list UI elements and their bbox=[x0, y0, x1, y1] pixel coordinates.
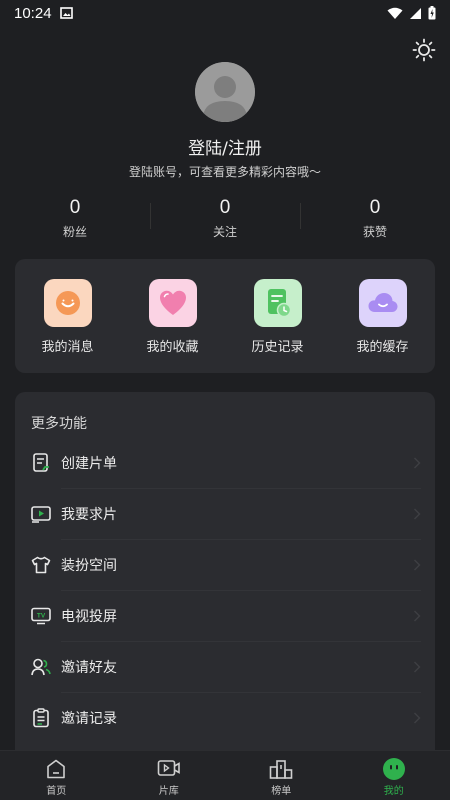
menu-item-invite-records[interactable]: 邀请记录 bbox=[15, 692, 435, 743]
menu-item-invite-friends[interactable]: 邀请好友 bbox=[15, 641, 435, 692]
avatar[interactable] bbox=[195, 62, 255, 122]
create-list-icon bbox=[31, 452, 51, 473]
quick-action-cache[interactable]: 我的缓存 bbox=[330, 259, 435, 373]
tab-label: 榜单 bbox=[271, 785, 292, 797]
profile-face-icon bbox=[382, 757, 406, 781]
tab-ranking[interactable]: 榜单 bbox=[225, 751, 338, 800]
heart-icon bbox=[148, 279, 197, 327]
wifi-icon bbox=[387, 7, 403, 19]
smile-face-icon bbox=[43, 279, 92, 327]
menu-item-label: 邀请记录 bbox=[61, 710, 117, 727]
stats-row: 0 粉丝 0 关注 0 获赞 bbox=[0, 197, 450, 243]
tab-label: 首页 bbox=[46, 785, 67, 797]
status-bar: 10:24 bbox=[0, 0, 450, 26]
tab-label: 我的 bbox=[383, 785, 404, 797]
menu-item-create-list[interactable]: 创建片单 bbox=[15, 437, 435, 488]
menu-item-dress-space[interactable]: 装扮空间 bbox=[15, 539, 435, 590]
tab-label: 片库 bbox=[158, 785, 179, 797]
menu-list: 创建片单 我要求片 装扮空间 TV 电视投屏 邀请好友 邀请记录 bbox=[15, 437, 435, 743]
chevron-right-icon bbox=[414, 457, 421, 468]
chevron-right-icon bbox=[414, 661, 421, 672]
menu-item-label: 电视投屏 bbox=[61, 608, 117, 625]
quick-actions-card: 我的消息 我的收藏 历史记录 我的缓存 bbox=[15, 259, 435, 373]
menu-item-label: 我要求片 bbox=[61, 506, 117, 523]
more-functions-title: 更多功能 bbox=[31, 416, 87, 432]
history-doc-icon bbox=[253, 279, 302, 327]
quick-action-label: 我的消息 bbox=[41, 340, 94, 355]
stat-likes[interactable]: 0 获赞 bbox=[300, 197, 450, 243]
request-video-icon bbox=[31, 504, 51, 524]
default-avatar-icon bbox=[195, 62, 255, 122]
brightness-settings-icon[interactable] bbox=[412, 38, 436, 62]
battery-icon bbox=[428, 6, 436, 20]
quick-action-history[interactable]: 历史记录 bbox=[225, 259, 330, 373]
ranking-icon bbox=[269, 757, 293, 781]
menu-item-label: 创建片单 bbox=[61, 455, 117, 472]
image-notification-icon bbox=[59, 7, 73, 19]
stat-label: 粉丝 bbox=[62, 225, 87, 239]
stat-value: 0 bbox=[69, 197, 81, 218]
signal-icon bbox=[410, 7, 421, 19]
stat-fans[interactable]: 0 粉丝 bbox=[0, 197, 150, 243]
stat-label: 关注 bbox=[212, 225, 237, 239]
quick-action-favorites[interactable]: 我的收藏 bbox=[120, 259, 225, 373]
status-time: 10:24 bbox=[14, 4, 52, 22]
stat-label: 获赞 bbox=[362, 225, 387, 239]
invite-friend-icon bbox=[31, 657, 51, 677]
tv-cast-icon: TV bbox=[31, 606, 51, 626]
more-functions-card: 更多功能 创建片单 我要求片 装扮空间 TV 电视投屏 邀请好友 邀请记录 bbox=[15, 392, 435, 762]
menu-item-tv-cast[interactable]: TV 电视投屏 bbox=[15, 590, 435, 641]
quick-action-messages[interactable]: 我的消息 bbox=[15, 259, 120, 373]
tab-home[interactable]: 首页 bbox=[0, 751, 113, 800]
bottom-tab-bar: 首页 片库 榜单 我的 bbox=[0, 750, 450, 800]
tshirt-icon bbox=[31, 555, 51, 575]
chevron-right-icon bbox=[414, 712, 421, 723]
stat-value: 0 bbox=[369, 197, 381, 218]
tab-mine[interactable]: 我的 bbox=[338, 751, 450, 800]
menu-item-label: 装扮空间 bbox=[61, 557, 117, 574]
tab-library[interactable]: 片库 bbox=[113, 751, 226, 800]
invite-record-icon bbox=[31, 707, 51, 728]
stat-value: 0 bbox=[219, 197, 231, 218]
home-icon bbox=[44, 757, 68, 781]
cloud-icon bbox=[358, 279, 407, 327]
login-subtitle: 登陆账号，可查看更多精彩内容哦～ bbox=[128, 165, 321, 179]
chevron-right-icon bbox=[414, 559, 421, 570]
quick-action-label: 我的收藏 bbox=[146, 340, 199, 355]
chevron-right-icon bbox=[414, 508, 421, 519]
quick-action-label: 我的缓存 bbox=[356, 340, 409, 355]
menu-item-label: 邀请好友 bbox=[61, 659, 117, 676]
quick-action-label: 历史记录 bbox=[251, 340, 304, 355]
chevron-right-icon bbox=[414, 610, 421, 621]
stat-following[interactable]: 0 关注 bbox=[150, 197, 300, 243]
menu-item-request-video[interactable]: 我要求片 bbox=[15, 488, 435, 539]
svg-text:TV: TV bbox=[37, 612, 46, 619]
video-library-icon bbox=[157, 757, 181, 781]
login-register-link[interactable]: 登陆/注册 bbox=[0, 134, 450, 159]
